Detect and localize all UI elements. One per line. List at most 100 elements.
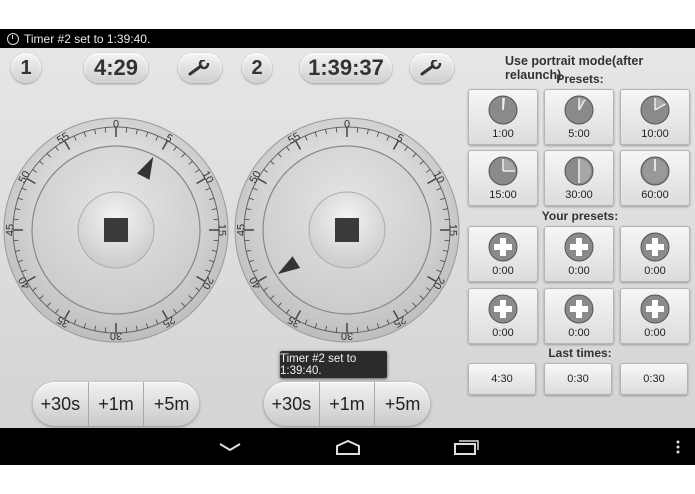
navigation-bar bbox=[0, 428, 695, 465]
preset-tile[interactable]: 30:00 bbox=[544, 150, 614, 206]
overflow-menu-icon bbox=[676, 440, 680, 453]
timer-1-add-5m-button[interactable]: +5m bbox=[144, 382, 199, 426]
preset-tile[interactable]: 10:00 bbox=[620, 89, 690, 145]
presets-heading: Presets: bbox=[556, 72, 604, 86]
toast-message: Timer #2 set to 1:39:40. bbox=[280, 351, 387, 378]
clock-icon bbox=[488, 95, 518, 125]
your-presets-heading: Your presets: bbox=[541, 209, 619, 223]
dial-label: 30 bbox=[341, 330, 353, 342]
last-times-heading: Last times: bbox=[548, 346, 612, 360]
preset-label: 0:00 bbox=[644, 327, 666, 339]
dial-tick bbox=[335, 327, 338, 333]
dial-tick bbox=[356, 327, 359, 333]
user-preset-tile[interactable]: 0:00 bbox=[468, 288, 538, 344]
user-preset-tile[interactable]: 0:00 bbox=[468, 226, 538, 282]
timer-1-add-time-group: +30s +1m +5m bbox=[33, 382, 199, 426]
back-button[interactable] bbox=[210, 428, 250, 465]
plus-icon bbox=[488, 294, 518, 324]
clock-icon bbox=[564, 95, 594, 125]
timer-1-add-30s-button[interactable]: +30s bbox=[33, 382, 89, 426]
preset-label: 1:00 bbox=[492, 128, 514, 140]
preset-tile[interactable]: 60:00 bbox=[620, 150, 690, 206]
timer-2-number: 2 bbox=[242, 53, 272, 83]
dial-tick bbox=[213, 239, 219, 242]
clock-icon bbox=[564, 156, 594, 186]
user-preset-tile[interactable]: 0:00 bbox=[620, 288, 690, 344]
preset-label: 0:00 bbox=[644, 265, 666, 277]
plus-icon bbox=[640, 294, 670, 324]
timer-1-add-1m-button[interactable]: +1m bbox=[89, 382, 145, 426]
clock-icon bbox=[640, 95, 670, 125]
preset-tile[interactable]: 15:00 bbox=[468, 150, 538, 206]
user-preset-tile[interactable]: 0:00 bbox=[544, 288, 614, 344]
dial-tick bbox=[444, 218, 450, 221]
timer-1-stop-button[interactable] bbox=[77, 191, 155, 269]
timer-2-add-30s-button[interactable]: +30s bbox=[264, 382, 320, 426]
back-icon bbox=[219, 442, 241, 451]
preset-label: 60:00 bbox=[641, 189, 669, 201]
timer-1-time: 4:29 bbox=[84, 53, 148, 83]
recent-apps-icon bbox=[454, 439, 479, 455]
dial-tick bbox=[125, 327, 128, 333]
dial-label: 15 bbox=[447, 224, 459, 236]
dial-label: 30 bbox=[110, 330, 122, 342]
timer-2-settings-button[interactable] bbox=[410, 53, 454, 83]
timer-2-stop-button[interactable] bbox=[308, 191, 386, 269]
timer-2-add-1m-button[interactable]: +1m bbox=[320, 382, 376, 426]
status-notification-text: Timer #2 set to 1:39:40. bbox=[24, 31, 151, 46]
timer-2-dial[interactable]: 0 5 10 15 20 25 30 35 40 45 50 55 bbox=[233, 116, 461, 349]
timer-app: 1 4:29 2 1:39:37 0 5 10 15 20 25 30 35 40 45 50 55 … bbox=[0, 48, 695, 428]
preset-label: 0:00 bbox=[492, 265, 514, 277]
preset-label: 15:00 bbox=[489, 189, 517, 201]
preset-tile[interactable]: 1:00 bbox=[468, 89, 538, 145]
dial-tick bbox=[125, 127, 128, 133]
dial-label: 0 bbox=[113, 119, 119, 131]
device-screen: Timer #2 set to 1:39:40. 1 4:29 2 1:39:3… bbox=[0, 0, 695, 494]
dial-tick bbox=[444, 239, 450, 242]
timer-2-add-5m-button[interactable]: +5m bbox=[375, 382, 430, 426]
timer-1-dial[interactable]: 0 5 10 15 20 25 30 35 40 45 50 55 bbox=[2, 116, 230, 349]
dial-tick bbox=[244, 218, 250, 221]
plus-icon bbox=[640, 232, 670, 262]
dial-tick bbox=[213, 218, 219, 221]
clock-icon bbox=[488, 156, 518, 186]
dial-label: 45 bbox=[5, 224, 17, 236]
last-time-button[interactable]: 4:30 bbox=[468, 363, 536, 395]
dial-tick bbox=[356, 127, 359, 133]
user-preset-tile[interactable]: 0:00 bbox=[544, 226, 614, 282]
stop-icon bbox=[335, 218, 359, 242]
preset-label: 0:00 bbox=[492, 327, 514, 339]
dial-tick bbox=[335, 127, 338, 133]
dial-tick bbox=[104, 127, 107, 133]
home-button[interactable] bbox=[328, 428, 368, 465]
stop-icon bbox=[104, 218, 128, 242]
wrench-icon bbox=[188, 60, 211, 76]
alarm-clock-icon bbox=[7, 32, 19, 45]
preset-label: 0:00 bbox=[568, 265, 590, 277]
dial-tick bbox=[104, 327, 107, 333]
last-time-button[interactable]: 0:30 bbox=[544, 363, 612, 395]
clock-icon bbox=[640, 156, 670, 186]
status-bar: Timer #2 set to 1:39:40. bbox=[0, 29, 695, 48]
timer-1-settings-button[interactable] bbox=[178, 53, 222, 83]
wrench-icon bbox=[420, 60, 443, 76]
preset-label: 5:00 bbox=[568, 128, 590, 140]
dial-tick bbox=[13, 218, 19, 221]
dial-label: 0 bbox=[344, 119, 350, 131]
preset-label: 0:00 bbox=[568, 327, 590, 339]
user-preset-tile[interactable]: 0:00 bbox=[620, 226, 690, 282]
dial-label: 45 bbox=[236, 224, 248, 236]
timer-2-add-time-group: +30s +1m +5m bbox=[264, 382, 430, 426]
recent-apps-button[interactable] bbox=[446, 428, 486, 465]
dial-label: 15 bbox=[216, 224, 228, 236]
last-time-button[interactable]: 0:30 bbox=[620, 363, 688, 395]
plus-icon bbox=[488, 232, 518, 262]
preset-label: 30:00 bbox=[565, 189, 593, 201]
presets-panel: Use portrait mode(after relaunch) Preset… bbox=[465, 48, 695, 428]
plus-icon bbox=[564, 232, 594, 262]
timer-2-time: 1:39:37 bbox=[300, 53, 392, 83]
preset-tile[interactable]: 5:00 bbox=[544, 89, 614, 145]
dial-tick bbox=[244, 239, 250, 242]
timer-1-number: 1 bbox=[11, 53, 41, 83]
overflow-menu-button[interactable] bbox=[668, 428, 688, 465]
